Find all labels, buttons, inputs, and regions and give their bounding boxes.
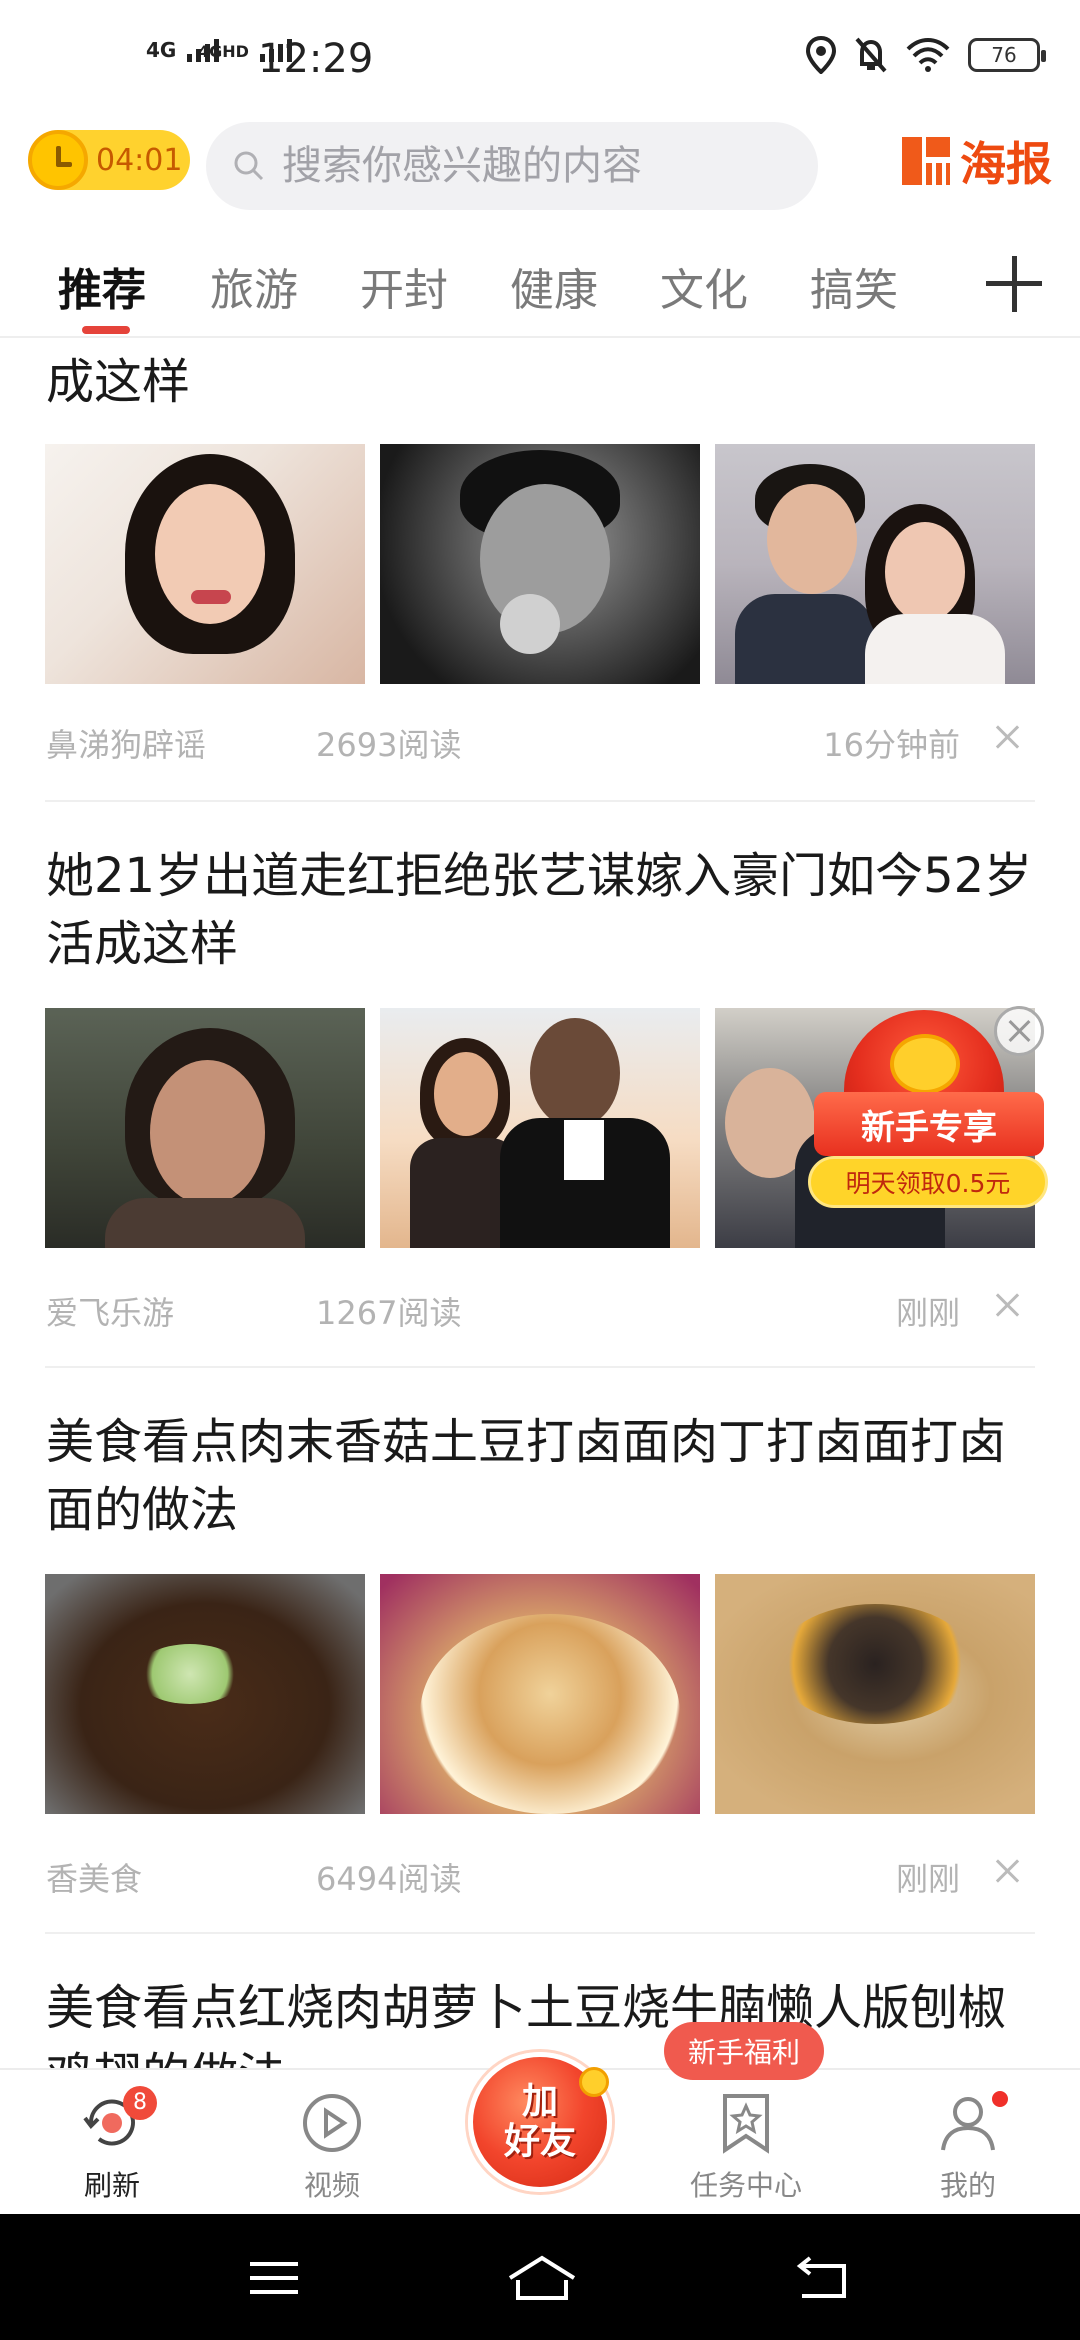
divider xyxy=(45,1932,1035,1934)
dismiss-icon[interactable] xyxy=(992,1284,1022,1324)
article-meta: 鼻涕狗辟谣 2693阅读 16分钟前 xyxy=(46,720,1036,764)
dismiss-icon[interactable] xyxy=(992,716,1022,756)
nav-refresh-label: 刷新 xyxy=(83,2169,140,2202)
tab-funny[interactable]: 搞笑 xyxy=(810,254,898,318)
article-title[interactable]: 成这样 xyxy=(46,348,1036,416)
promo-subtitle: 明天领取0.5元 xyxy=(808,1156,1048,1208)
divider xyxy=(45,1366,1035,1368)
article-image[interactable] xyxy=(45,1008,365,1248)
nav-mine-label: 我的 xyxy=(939,2169,996,2202)
refresh-icon: 8 xyxy=(81,2086,157,2154)
close-icon[interactable] xyxy=(994,1006,1044,1056)
battery-icon: 76 xyxy=(968,38,1046,72)
article-meta: 香美食 6494阅读 刚刚 xyxy=(46,1854,1036,1898)
article-images[interactable] xyxy=(45,1574,1035,1814)
article-image[interactable] xyxy=(45,1574,365,1814)
article-meta xyxy=(46,480,1036,520)
article-reads: 2693阅读 xyxy=(316,726,462,764)
tab-culture[interactable]: 文化 xyxy=(660,254,748,318)
nav-refresh[interactable]: 8 刷新 xyxy=(42,2086,182,2204)
mute-bell-icon xyxy=(855,37,887,73)
article-title[interactable]: 美食看点肉末香菇土豆打卤面肉丁打卤面打卤面的做法 xyxy=(46,1408,1036,1544)
article-image[interactable] xyxy=(380,1574,700,1814)
coin-icon xyxy=(579,2067,609,2097)
status-time: 12:29 xyxy=(258,36,374,82)
menu-icon[interactable] xyxy=(244,2250,304,2306)
article-time: 刚刚 xyxy=(895,1294,960,1332)
add-friend-button[interactable]: 加 好友 xyxy=(468,2052,612,2192)
article-title[interactable]: 她21岁出道走红拒绝张艺谋嫁入豪门如今52岁活成这样 xyxy=(46,842,1036,978)
add-friend-label-bottom: 好友 xyxy=(503,2121,576,2162)
battery-level: 76 xyxy=(991,43,1017,67)
article-reads: 1267阅读 xyxy=(316,1294,462,1332)
header: 04:01 海报 xyxy=(0,110,1080,210)
article-time: 16分钟前 xyxy=(823,726,960,764)
article-reads: 6494阅读 xyxy=(316,1860,462,1898)
newbie-promo-widget[interactable]: 新手专享 明天领取0.5元 xyxy=(808,1006,1054,1226)
poster-logo-icon xyxy=(902,137,950,185)
article-source: 香美食 xyxy=(46,1860,143,1898)
newbie-welfare-bubble[interactable]: 新手福利 xyxy=(664,2022,824,2080)
article-image[interactable] xyxy=(715,1574,1035,1814)
user-profile-icon xyxy=(937,2088,1011,2154)
home-icon[interactable] xyxy=(506,2250,578,2306)
nav-mine[interactable]: 我的 xyxy=(898,2088,1038,2204)
notification-dot xyxy=(989,2088,1011,2110)
category-tabs: 推荐 旅游 开封 健康 文化 搞笑 xyxy=(0,240,1080,338)
article-time: 刚刚 xyxy=(895,1860,960,1898)
search-input[interactable] xyxy=(282,143,802,189)
article-source: 鼻涕狗辟谣 xyxy=(46,726,207,764)
article-source: 爱飞乐游 xyxy=(46,1294,175,1332)
article-meta: 爱飞乐游 1267阅读 刚刚 xyxy=(46,1288,1036,1332)
tab-kaifeng[interactable]: 开封 xyxy=(360,254,448,318)
search-icon xyxy=(234,151,264,181)
reading-timer[interactable]: 04:01 xyxy=(28,130,190,190)
add-channel-icon[interactable] xyxy=(986,256,1042,312)
video-play-icon xyxy=(301,2092,363,2154)
nav-video[interactable]: 视频 xyxy=(262,2092,402,2204)
timer-value: 04:01 xyxy=(96,142,183,178)
back-icon[interactable] xyxy=(794,2250,854,2306)
tab-recommend[interactable]: 推荐 xyxy=(58,254,146,318)
poster-button[interactable]: 海报 xyxy=(902,128,1052,194)
task-bookmark-icon xyxy=(715,2092,777,2154)
promo-title: 新手专享 xyxy=(814,1092,1044,1156)
nav-video-label: 视频 xyxy=(303,2169,360,2202)
wifi-icon xyxy=(906,38,950,72)
location-icon xyxy=(806,36,836,74)
network-type-2: 4GHD xyxy=(198,42,249,61)
nav-tasks-label: 任务中心 xyxy=(689,2169,802,2202)
refresh-badge: 8 xyxy=(123,2086,157,2120)
article-image[interactable] xyxy=(380,1008,700,1248)
system-nav-bar xyxy=(0,2214,1080,2340)
clock-icon xyxy=(28,130,88,190)
status-icons: 76 xyxy=(806,36,1046,74)
active-tab-indicator xyxy=(82,326,130,334)
dismiss-icon[interactable] xyxy=(992,1850,1022,1890)
tab-travel[interactable]: 旅游 xyxy=(210,254,298,318)
divider xyxy=(45,800,1035,802)
tab-health[interactable]: 健康 xyxy=(510,254,598,318)
poster-label: 海报 xyxy=(960,137,1052,191)
nav-tasks[interactable]: 任务中心 xyxy=(676,2092,816,2204)
status-bar: 4G 4GHD 12:29 76 xyxy=(0,0,1080,110)
coin-icon xyxy=(890,1034,960,1094)
search-bar[interactable] xyxy=(206,122,818,210)
add-friend-label-top: 加 xyxy=(521,2081,558,2122)
network-type-1: 4G xyxy=(146,38,177,62)
